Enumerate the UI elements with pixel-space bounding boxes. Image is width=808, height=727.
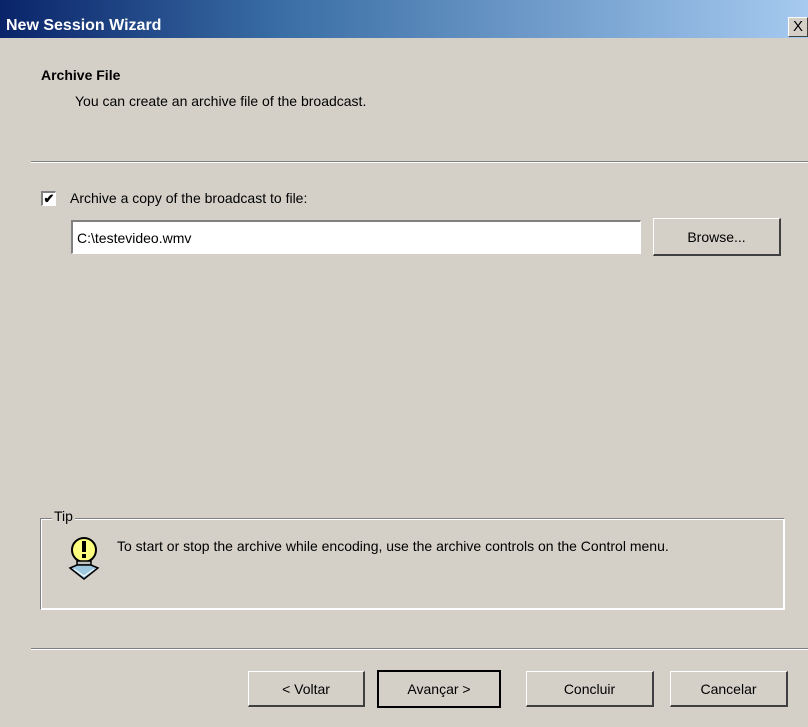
back-button-label: < Voltar [282, 680, 330, 697]
cancel-button-label: Cancelar [700, 680, 757, 697]
footer-divider [31, 648, 808, 650]
new-session-wizard-dialog: New Session Wizard X Archive File You ca… [0, 0, 808, 727]
next-button-label: Avançar > [407, 681, 471, 697]
browse-button[interactable]: Browse... [653, 218, 781, 256]
finish-button-label: Concluir [563, 680, 616, 697]
header-divider [31, 161, 808, 163]
checkmark-icon: ✔ [43, 191, 55, 206]
cancel-button[interactable]: Cancelar [670, 671, 788, 707]
page-subtitle: You can create an archive file of the br… [75, 93, 367, 109]
window-title: New Session Wizard [6, 17, 162, 34]
tip-legend: Tip [52, 508, 75, 524]
tip-group [40, 518, 785, 610]
finish-button[interactable]: Concluir [526, 671, 654, 707]
archive-file-path-input[interactable] [71, 220, 641, 254]
close-icon: X [792, 18, 803, 35]
page-title: Archive File [41, 67, 121, 83]
back-button[interactable]: < Voltar [248, 671, 365, 707]
title-bar[interactable]: New Session Wizard [0, 0, 808, 38]
close-button[interactable]: X [788, 17, 808, 37]
archive-checkbox-label[interactable]: Archive a copy of the broadcast to file: [70, 190, 307, 206]
browse-button-label: Browse... [687, 228, 746, 245]
next-button[interactable]: Avançar > [377, 670, 501, 708]
tip-text: To start or stop the archive while encod… [117, 538, 669, 554]
lightbulb-icon [68, 537, 100, 580]
archive-checkbox[interactable]: ✔ [41, 191, 56, 206]
